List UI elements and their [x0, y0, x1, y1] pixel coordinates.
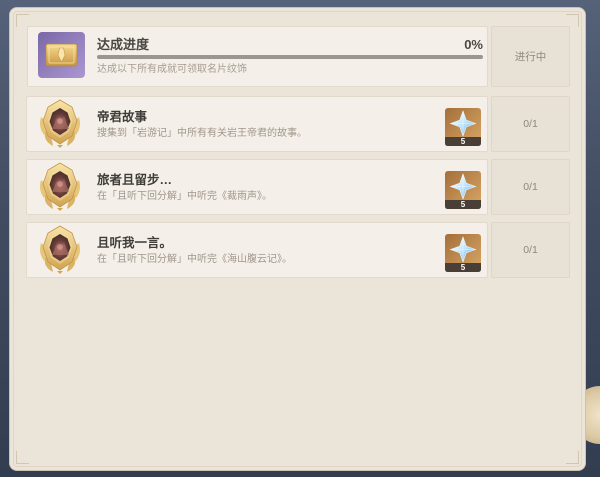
reward-item[interactable]: 5 — [445, 171, 481, 209]
corner-ornament — [16, 14, 29, 27]
corner-ornament — [16, 451, 29, 464]
achievement-description: 搜集到「岩游记」中所有有关岩王帝君的故事。 — [97, 128, 307, 139]
achievement-description: 在「且听下回分解」中听完《裁雨声》。 — [97, 191, 272, 202]
summary-title: 达成进度 — [97, 37, 150, 52]
achievement-medal-icon — [37, 99, 83, 149]
achievement-row: 且听我一言。 在「且听下回分解」中听完《海山腹云记》。 5 — [26, 222, 488, 278]
corner-ornament — [566, 451, 579, 464]
reward-count: 5 — [460, 137, 466, 146]
achievement-title: 且听我一言。 — [97, 236, 173, 250]
reward-count: 5 — [460, 200, 466, 209]
summary-status: 进行中 — [491, 26, 570, 87]
reward-count: 5 — [460, 263, 466, 272]
reward-item[interactable]: 5 — [445, 108, 481, 146]
progress-bar — [97, 55, 483, 59]
achievement-row: 帝君故事 搜集到「岩游记」中所有有关岩王帝君的故事。 5 — [26, 96, 488, 152]
achievement-panel: 达成进度 0% 达成以下所有成就可领取名片纹饰 进行中 帝君故事 搜集到「岩游记… — [10, 8, 585, 470]
summary-percent: 0% — [464, 37, 483, 52]
summary-description: 达成以下所有成就可领取名片纹饰 — [97, 64, 247, 75]
reward-item[interactable]: 5 — [445, 234, 481, 272]
completion-summary-card: 达成进度 0% 达成以下所有成就可领取名片纹饰 — [27, 26, 488, 87]
achievement-row: 旅者且留步… 在「且听下回分解」中听完《裁雨声》。 5 — [26, 159, 488, 215]
achievement-title: 帝君故事 — [97, 110, 148, 124]
achievement-progress: 0/1 — [491, 159, 570, 215]
namecard-icon[interactable] — [38, 32, 85, 78]
achievement-medal-icon — [37, 225, 83, 275]
achievement-medal-icon — [37, 162, 83, 212]
achievement-progress: 0/1 — [491, 222, 570, 278]
achievement-title: 旅者且留步… — [97, 173, 173, 187]
achievement-progress: 0/1 — [491, 96, 570, 152]
achievement-description: 在「且听下回分解」中听完《海山腹云记》。 — [97, 254, 292, 265]
